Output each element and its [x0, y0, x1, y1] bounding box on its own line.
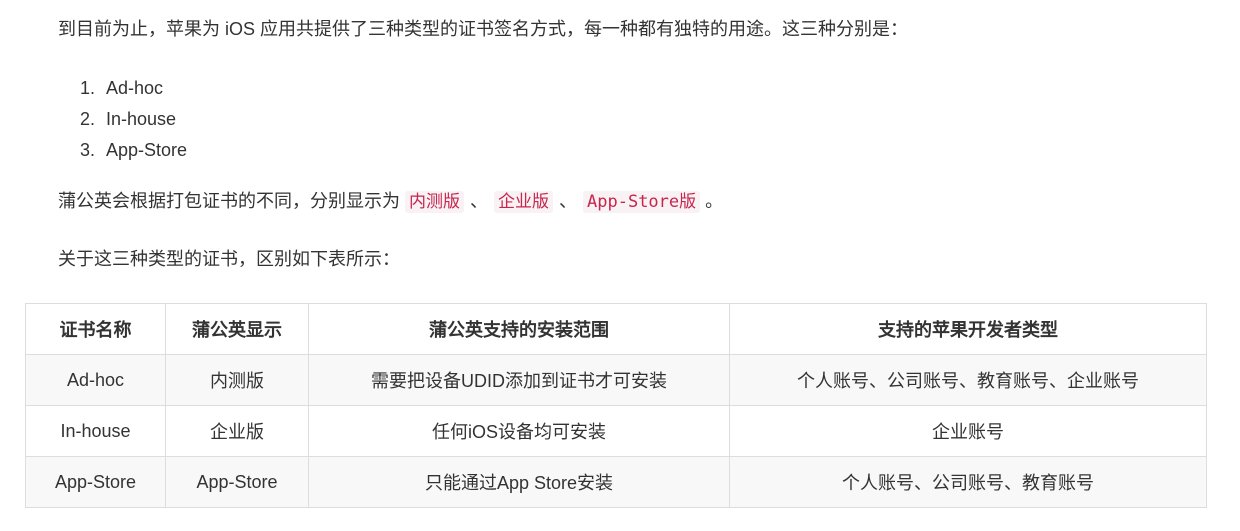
- table-cell: App-Store: [25, 456, 166, 508]
- table-cell: 个人账号、公司账号、教育账号: [729, 456, 1207, 508]
- tag-enterprise: 企业版: [494, 191, 554, 213]
- list-number: 1.: [80, 78, 96, 98]
- table-cell: In-house: [25, 405, 166, 457]
- tag-app-store: App-Store版: [583, 191, 701, 213]
- table-cell: 企业版: [165, 405, 309, 457]
- table-cell: 只能通过App Store安装: [308, 456, 730, 508]
- table-row: Ad-hoc 内测版 需要把设备UDID添加到证书才可安装 个人账号、公司账号、…: [25, 354, 1207, 406]
- list-item-label: App-Store: [106, 140, 188, 160]
- list-item: 1. Ad-hoc: [80, 76, 187, 107]
- display-suffix: 。: [705, 191, 724, 211]
- table-cell: App-Store: [165, 456, 309, 508]
- table-cell: 企业账号: [729, 405, 1207, 457]
- column-header-install-scope: 蒲公英支持的安装范围: [308, 303, 730, 355]
- table-header-row: 证书名称 蒲公英显示 蒲公英支持的安装范围 支持的苹果开发者类型: [25, 303, 1207, 355]
- table-row: In-house 企业版 任何iOS设备均可安装 企业账号: [25, 405, 1207, 457]
- certificate-comparison-table: 证书名称 蒲公英显示 蒲公英支持的安装范围 支持的苹果开发者类型 Ad-hoc …: [25, 303, 1207, 508]
- list-number: 2.: [80, 109, 96, 129]
- list-item: 3. App-Store: [80, 138, 187, 169]
- certificate-type-list: 1. Ad-hoc 2. In-house 3. App-Store: [80, 76, 187, 169]
- separator: 、: [559, 191, 578, 211]
- document: 到目前为止，苹果为 iOS 应用共提供了三种类型的证书签名方式，每一种都有独特的…: [0, 0, 1240, 531]
- display-paragraph: 蒲公英会根据打包证书的不同，分别显示为 内测版、企业版、 App-Store版 。: [58, 189, 723, 214]
- table-cell: Ad-hoc: [25, 354, 166, 406]
- separator: 、: [470, 191, 489, 211]
- column-header-pgyer-display: 蒲公英显示: [165, 303, 309, 355]
- intro-paragraph: 到目前为止，苹果为 iOS 应用共提供了三种类型的证书签名方式，每一种都有独特的…: [58, 19, 909, 39]
- display-prefix: 蒲公英会根据打包证书的不同，分别显示为: [58, 191, 400, 211]
- table-cell: 内测版: [165, 354, 309, 406]
- list-item: 2. In-house: [80, 107, 187, 138]
- list-item-label: In-house: [106, 109, 177, 129]
- column-header-developer-type: 支持的苹果开发者类型: [729, 303, 1207, 355]
- tag-internal-test: 内测版: [405, 191, 465, 213]
- table-cell: 任何iOS设备均可安装: [308, 405, 730, 457]
- table-cell: 个人账号、公司账号、教育账号、企业账号: [729, 354, 1207, 406]
- column-header-cert-name: 证书名称: [25, 303, 166, 355]
- table-cell: 需要把设备UDID添加到证书才可安装: [308, 354, 730, 406]
- list-item-label: Ad-hoc: [106, 78, 164, 98]
- list-number: 3.: [80, 140, 96, 160]
- table-row: App-Store App-Store 只能通过App Store安装 个人账号…: [25, 456, 1207, 508]
- difference-paragraph: 关于这三种类型的证书，区别如下表所示：: [58, 249, 400, 269]
